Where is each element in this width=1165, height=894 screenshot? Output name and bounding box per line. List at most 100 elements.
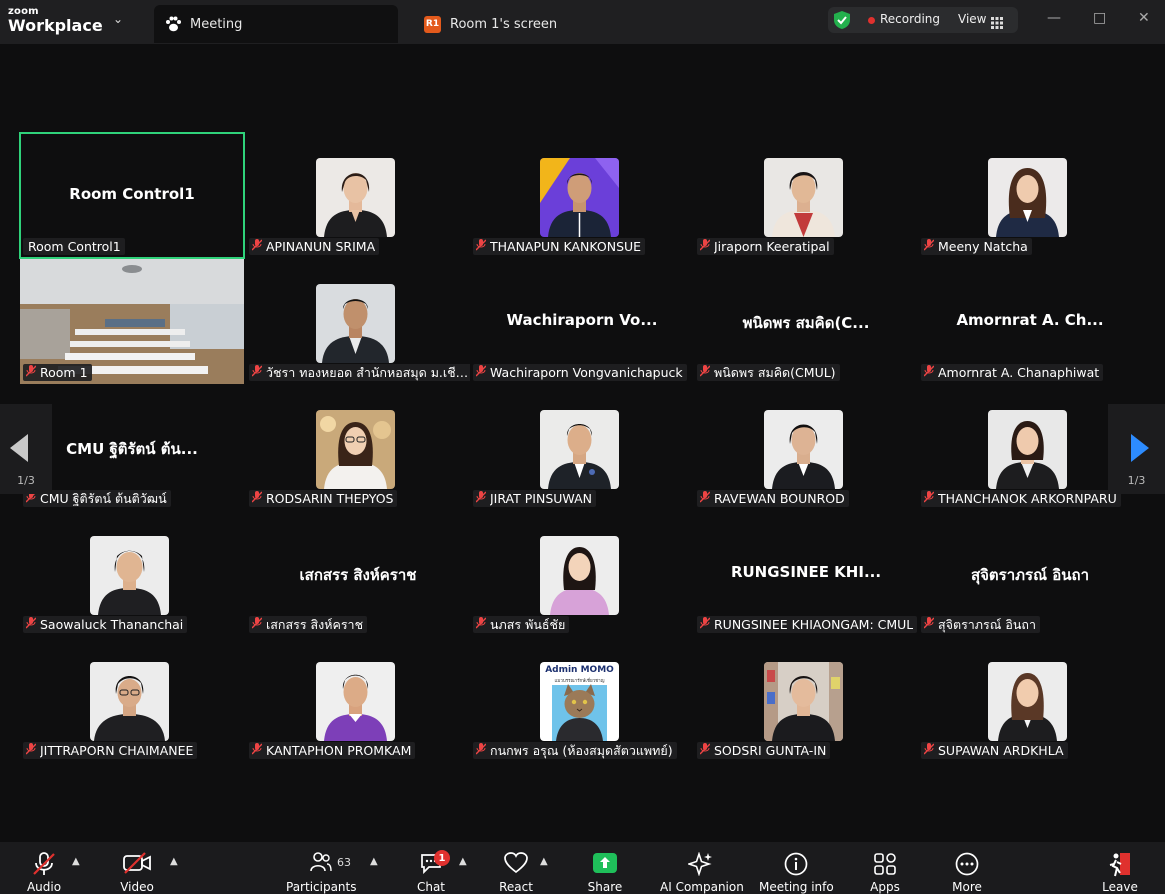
zoom-workplace-logo[interactable]: zoom Workplace xyxy=(8,7,103,34)
video-tile[interactable]: Meeny Natcha xyxy=(918,133,1142,258)
tile-display-name: เสกสรร สิงห์คราช xyxy=(299,566,417,584)
more-dots-icon xyxy=(955,852,979,880)
previous-page-button[interactable]: 1/3 xyxy=(0,404,52,494)
tile-name-tag: RAVEWAN BOUNROD xyxy=(697,490,849,507)
meeting-toolbar: Audio ▲ Video ▲ Participants 63 ▲ Chat 1… xyxy=(0,842,1165,894)
tile-display-name: Room Control1 xyxy=(69,185,195,203)
audio-button[interactable]: Audio xyxy=(18,842,70,894)
tile-display-name: RUNGSINEE KHI... xyxy=(730,563,882,581)
arrow-right-icon xyxy=(1131,434,1149,462)
participant-photo xyxy=(90,662,169,741)
video-tile[interactable]: สุจิตราภรณ์ อินถา สุจิตราภรณ์ อินถา xyxy=(918,511,1142,636)
mic-muted-icon xyxy=(251,743,263,758)
video-tile[interactable]: Saowaluck Thananchai xyxy=(20,511,244,636)
chat-options-caret-icon[interactable]: ▲ xyxy=(459,856,467,867)
participant-photo: Admin MOMO แมวบรรณารักษ์เชี่ยวชาญ xyxy=(540,662,619,741)
tab-room-screen[interactable]: R1 Room 1's screen xyxy=(424,5,557,43)
mic-muted-icon xyxy=(475,365,487,380)
tab-room-screen-label: Room 1's screen xyxy=(450,16,558,32)
grid-view-icon[interactable] xyxy=(991,14,1003,33)
apps-label: Apps xyxy=(870,880,900,894)
react-options-caret-icon[interactable]: ▲ xyxy=(540,856,548,867)
video-tile[interactable]: SUPAWAN ARDKHLA xyxy=(918,637,1142,762)
video-tile[interactable]: RODSARIN THEPYOS xyxy=(246,385,470,510)
video-tile[interactable]: Admin MOMO แมวบรรณารักษ์เชี่ยวชาญ กนกพร … xyxy=(470,637,694,762)
chevron-down-icon[interactable]: ⌄ xyxy=(113,12,123,26)
tile-name-tag: APINANUN SRIMA xyxy=(249,238,380,255)
video-tile[interactable]: นภสร พันธ์ชัย xyxy=(470,511,694,636)
mic-muted-icon xyxy=(699,617,711,632)
video-options-caret-icon[interactable]: ▲ xyxy=(170,856,178,867)
video-tile[interactable]: JIRAT PINSUWAN xyxy=(470,385,694,510)
apps-button[interactable]: Apps xyxy=(866,842,904,894)
maximize-icon[interactable]: □ xyxy=(1093,10,1106,26)
leave-button[interactable]: Leave xyxy=(1100,842,1140,894)
share-button[interactable]: Share xyxy=(583,842,627,894)
video-tile-active[interactable]: Room Control1 Room Control1 xyxy=(19,132,245,259)
close-icon[interactable]: ✕ xyxy=(1138,10,1150,26)
video-tile[interactable]: JITTRAPORN CHAIMANEE xyxy=(20,637,244,762)
shield-check-icon[interactable] xyxy=(834,11,850,33)
video-tile[interactable]: KANTAPHON PROMKAM xyxy=(246,637,470,762)
tile-name-tag: พนิดพร สมคิด(CMUL) xyxy=(697,364,840,381)
recording-view-pill: Recording View xyxy=(828,7,1018,33)
view-button[interactable]: View xyxy=(958,12,986,26)
chat-unread-badge: 1 xyxy=(434,850,450,866)
leave-door-icon xyxy=(1108,852,1132,882)
tab-meeting[interactable]: Meeting xyxy=(154,5,398,43)
mic-muted-icon xyxy=(25,365,37,380)
meeting-info-button[interactable]: Meeting info xyxy=(759,842,834,894)
mic-muted-icon xyxy=(475,239,487,254)
video-tile[interactable]: เสกสรร สิงห์คราช เสกสรร สิงห์คราช xyxy=(246,511,470,636)
video-tile[interactable]: CMU ฐิติรัตน์ ต้น... CMU ฐิติรัตน์ ต้นติ… xyxy=(20,385,244,510)
participant-photo xyxy=(540,410,619,489)
participant-photo xyxy=(988,158,1067,237)
video-button[interactable]: Video xyxy=(111,842,163,894)
paw-icon xyxy=(164,15,182,33)
video-tile-room[interactable]: Room 1 xyxy=(20,259,244,384)
minimize-icon[interactable]: — xyxy=(1047,10,1061,26)
chat-button[interactable]: Chat xyxy=(408,842,454,894)
video-tile[interactable]: วัชรา ทองหยอด สำนักหอสมุด ม.เชียง... xyxy=(246,259,474,384)
video-tile[interactable]: SODSRI GUNTA-IN xyxy=(694,637,918,762)
mic-muted-icon xyxy=(251,617,263,632)
tile-display-name: Wachiraporn Vo... xyxy=(506,311,658,329)
title-bar: zoom Workplace ⌄ Meeting R1 Room 1's scr… xyxy=(0,0,1165,44)
video-tile[interactable]: APINANUN SRIMA xyxy=(246,133,470,258)
mic-muted-icon xyxy=(699,239,711,254)
mic-muted-icon xyxy=(923,365,935,380)
mic-muted-icon xyxy=(25,617,37,632)
heart-icon xyxy=(504,852,528,878)
recording-dot-icon xyxy=(868,17,875,24)
participants-label: Participants xyxy=(286,880,357,894)
tile-name-tag: กนกพร อรุณ (ห้องสมุดสัตวแพทย์) xyxy=(473,742,677,759)
tile-name-tag: Room Control1 xyxy=(23,238,125,255)
tile-name-tag: RODSARIN THEPYOS xyxy=(249,490,398,507)
ai-companion-button[interactable]: AI Companion xyxy=(660,842,744,894)
video-tile[interactable]: THANAPUN KANKONSUE xyxy=(470,133,694,258)
video-tile[interactable]: Wachiraporn Vo... Wachiraporn Vongvanich… xyxy=(470,259,694,384)
participants-options-caret-icon[interactable]: ▲ xyxy=(370,856,378,867)
video-tile[interactable]: RUNGSINEE KHI... RUNGSINEE KHIAONGAM: CM… xyxy=(694,511,918,636)
next-page-button[interactable]: 1/3 xyxy=(1108,404,1165,494)
video-tile[interactable]: RAVEWAN BOUNROD xyxy=(694,385,918,510)
video-tile[interactable]: พนิดพร สมคิด(C... พนิดพร สมคิด(CMUL) xyxy=(694,259,918,384)
audio-options-caret-icon[interactable]: ▲ xyxy=(72,856,80,867)
mic-muted-icon xyxy=(699,743,711,758)
video-tile[interactable]: Jiraporn Keeratipal xyxy=(694,133,918,258)
recording-label[interactable]: Recording xyxy=(880,12,940,26)
video-tile[interactable]: Amornrat A. Ch... Amornrat A. Chanaphiwa… xyxy=(918,259,1142,384)
sparkle-icon xyxy=(686,851,714,880)
mic-muted-icon xyxy=(251,365,263,380)
tile-name-tag: SUPAWAN ARDKHLA xyxy=(921,742,1068,759)
participant-photo xyxy=(316,410,395,489)
participant-photo xyxy=(90,536,169,615)
more-button[interactable]: More xyxy=(947,842,987,894)
participant-photo xyxy=(764,410,843,489)
mic-muted-icon xyxy=(923,743,935,758)
mic-muted-icon xyxy=(923,239,935,254)
mic-muted-icon xyxy=(923,491,935,506)
react-button[interactable]: React xyxy=(494,842,538,894)
audio-label: Audio xyxy=(26,880,62,894)
tab-meeting-label: Meeting xyxy=(190,16,243,32)
